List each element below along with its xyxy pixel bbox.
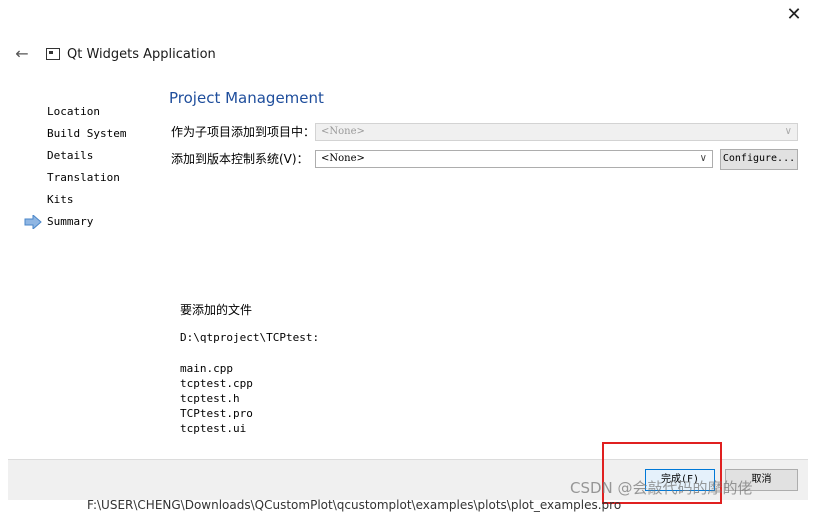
background-path-text: F:\USER\CHENG\Downloads\QCustomPlot\qcus… [87, 498, 622, 512]
window-app-icon [46, 48, 60, 60]
current-step-arrow-icon [24, 215, 42, 229]
list-item: main.cpp [180, 362, 233, 375]
files-heading: 要添加的文件 [180, 303, 253, 317]
chevron-down-icon: ∨ [784, 126, 792, 137]
vcs-combo[interactable]: <None> ∨ [315, 150, 713, 168]
vcs-label: 添加到版本控制系统(V)： [171, 152, 309, 166]
list-item: tcptest.ui [180, 422, 247, 435]
chevron-down-icon: ∨ [699, 153, 707, 164]
file-list: main.cpp tcptest.cpp tcptest.h TCPtest.p… [180, 362, 253, 437]
page-title: Project Management [169, 89, 324, 107]
watermark: CSDN @会敲代码的摩的佬 [570, 479, 753, 497]
step-translation: Translation [47, 171, 120, 184]
list-item: TCPtest.pro [180, 407, 253, 420]
step-summary: Summary [47, 215, 94, 228]
window-title: Qt Widgets Application [67, 47, 216, 62]
close-button[interactable]: ✕ [778, 2, 810, 28]
subproject-value: <None> [321, 126, 365, 137]
vcs-value: <None> [321, 153, 365, 164]
subproject-combo[interactable]: <None> ∨ [315, 123, 798, 141]
list-item: tcptest.h [180, 392, 240, 405]
step-location: Location [47, 105, 100, 118]
back-arrow-icon[interactable]: ← [12, 44, 32, 64]
wizard-steps: Location Build System Details Translatio… [47, 104, 126, 236]
subproject-label: 作为子项目添加到项目中： [171, 125, 316, 139]
list-item: tcptest.cpp [180, 377, 253, 390]
step-details: Details [47, 149, 94, 162]
step-kits: Kits [47, 193, 74, 206]
configure-button[interactable]: Configure... [720, 149, 798, 170]
files-directory: D:\qtproject\TCPtest: [180, 331, 320, 344]
step-build-system: Build System [47, 127, 127, 140]
